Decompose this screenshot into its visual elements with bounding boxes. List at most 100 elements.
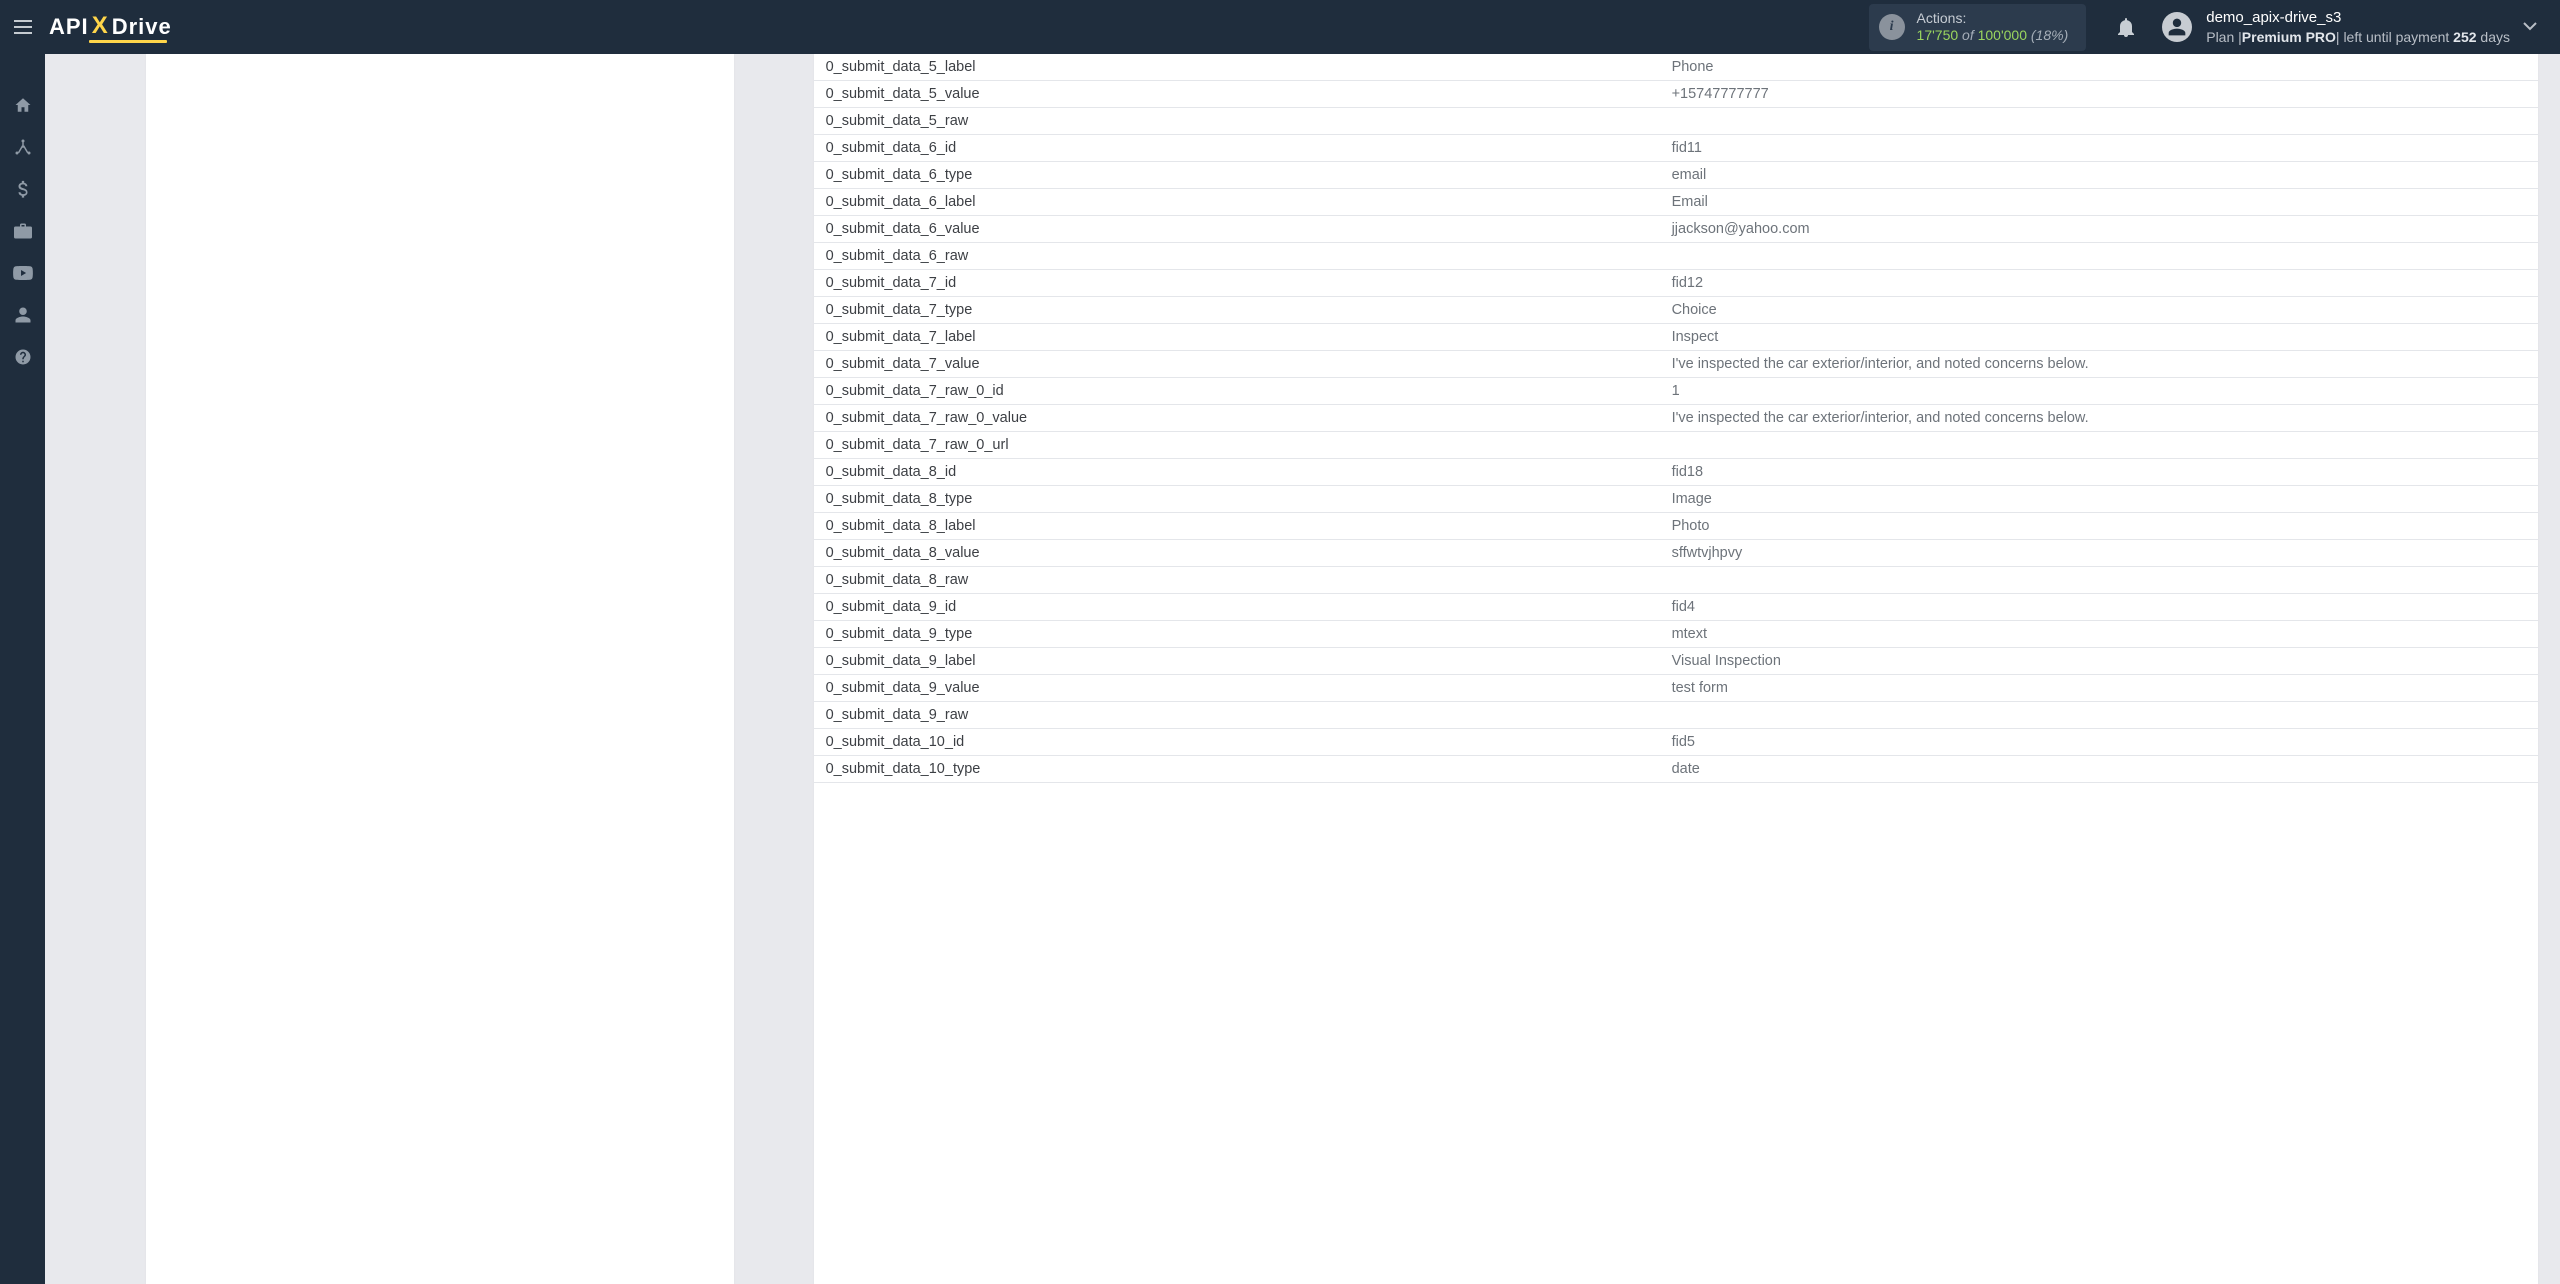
row-key: 0_submit_data_7_value	[814, 356, 1662, 372]
row-key: 0_submit_data_8_type	[814, 491, 1662, 507]
row-key: 0_submit_data_9_raw	[814, 707, 1662, 723]
row-value: Phone	[1662, 59, 2538, 75]
topbar: API X Drive i Actions: 17'750 of 100'000…	[0, 0, 2560, 54]
row-key: 0_submit_data_9_id	[814, 599, 1662, 615]
actions-total: 100'000	[1978, 27, 2027, 43]
sidebar-item-video[interactable]	[0, 252, 45, 294]
table-row: 0_submit_data_8_labelPhoto	[814, 513, 2538, 540]
table-row: 0_submit_data_9_valuetest form	[814, 675, 2538, 702]
table-row: 0_submit_data_9_idfid4	[814, 594, 2538, 621]
avatar-icon	[2162, 12, 2192, 42]
plan-mid: | left until payment	[2336, 29, 2453, 45]
table-row: 0_submit_data_10_typedate	[814, 756, 2538, 783]
table-row: 0_submit_data_10_idfid5	[814, 729, 2538, 756]
row-key: 0_submit_data_7_label	[814, 329, 1662, 345]
actions-count: 17'750	[1917, 27, 1959, 43]
row-value: Email	[1662, 194, 2538, 210]
actions-pct: (18%)	[2027, 27, 2068, 43]
plan-days-word: days	[2477, 29, 2510, 45]
table-row: 0_submit_data_7_valueI've inspected the …	[814, 351, 2538, 378]
row-key: 0_submit_data_8_value	[814, 545, 1662, 561]
table-row: 0_submit_data_7_raw_0_valueI've inspecte…	[814, 405, 2538, 432]
table-row: 0_submit_data_8_idfid18	[814, 459, 2538, 486]
data-table: 0_submit_data_5_labelPhone0_submit_data_…	[814, 54, 2538, 783]
info-icon: i	[1879, 14, 1905, 40]
table-row: 0_submit_data_6_idfid11	[814, 135, 2538, 162]
actions-texts: Actions: 17'750 of 100'000 (18%)	[1917, 10, 2069, 45]
row-value: test form	[1662, 680, 2538, 696]
row-key: 0_submit_data_9_value	[814, 680, 1662, 696]
row-key: 0_submit_data_6_value	[814, 221, 1662, 237]
table-row: 0_submit_data_9_typemtext	[814, 621, 2538, 648]
menu-toggle-button[interactable]	[0, 19, 45, 35]
row-value: Photo	[1662, 518, 2538, 534]
row-key: 0_submit_data_10_type	[814, 761, 1662, 777]
table-row: 0_submit_data_6_raw	[814, 243, 2538, 270]
row-key: 0_submit_data_7_raw_0_value	[814, 410, 1662, 426]
logo-text-x: X	[91, 12, 110, 40]
table-row: 0_submit_data_6_valuejjackson@yahoo.com	[814, 216, 2538, 243]
row-value: sffwtvjhpvy	[1662, 545, 2538, 561]
actions-line2: 17'750 of 100'000 (18%)	[1917, 27, 2069, 45]
row-value: fid11	[1662, 140, 2538, 156]
row-value: date	[1662, 761, 2538, 777]
table-row: 0_submit_data_5_raw	[814, 108, 2538, 135]
row-value: mtext	[1662, 626, 2538, 642]
table-row: 0_submit_data_7_typeChoice	[814, 297, 2538, 324]
row-value: Image	[1662, 491, 2538, 507]
table-row: 0_submit_data_8_typeImage	[814, 486, 2538, 513]
row-key: 0_submit_data_8_label	[814, 518, 1662, 534]
table-row: 0_submit_data_7_idfid12	[814, 270, 2538, 297]
plan-name: Premium PRO	[2242, 29, 2336, 45]
row-key: 0_submit_data_10_id	[814, 734, 1662, 750]
sidebar-item-profile[interactable]	[0, 294, 45, 336]
sidebar-item-briefcase[interactable]	[0, 210, 45, 252]
actions-usage-box[interactable]: i Actions: 17'750 of 100'000 (18%)	[1869, 4, 2087, 51]
table-row: 0_submit_data_8_valuesffwtvjhpvy	[814, 540, 2538, 567]
body: 0_submit_data_5_labelPhone0_submit_data_…	[0, 54, 2560, 1284]
table-row: 0_submit_data_7_raw_0_id1	[814, 378, 2538, 405]
sidebar-item-help[interactable]	[0, 336, 45, 378]
row-key: 0_submit_data_5_label	[814, 59, 1662, 75]
row-key: 0_submit_data_7_raw_0_url	[814, 437, 1662, 453]
row-key: 0_submit_data_9_label	[814, 653, 1662, 669]
row-value: fid12	[1662, 275, 2538, 291]
table-row: 0_submit_data_7_labelInspect	[814, 324, 2538, 351]
row-key: 0_submit_data_5_raw	[814, 113, 1662, 129]
user-texts: demo_apix-drive_s3 Plan |Premium PRO| le…	[2206, 8, 2510, 46]
table-row: 0_submit_data_5_labelPhone	[814, 54, 2538, 81]
row-value: email	[1662, 167, 2538, 183]
row-key: 0_submit_data_6_label	[814, 194, 1662, 210]
user-menu[interactable]: demo_apix-drive_s3 Plan |Premium PRO| le…	[2162, 8, 2560, 46]
actions-of: of	[1958, 27, 1977, 43]
table-row: 0_submit_data_6_typeemail	[814, 162, 2538, 189]
row-value: fid4	[1662, 599, 2538, 615]
sidebar-item-home[interactable]	[0, 84, 45, 126]
row-key: 0_submit_data_9_type	[814, 626, 1662, 642]
row-key: 0_submit_data_8_id	[814, 464, 1662, 480]
notifications-button[interactable]	[2108, 17, 2144, 37]
table-row: 0_submit_data_7_raw_0_url	[814, 432, 2538, 459]
user-name: demo_apix-drive_s3	[2206, 8, 2510, 28]
row-key: 0_submit_data_8_raw	[814, 572, 1662, 588]
row-value: Choice	[1662, 302, 2538, 318]
plan-days-num: 252	[2453, 29, 2476, 45]
sidebar-item-connections[interactable]	[0, 126, 45, 168]
plan-prefix: Plan |	[2206, 29, 2242, 45]
row-value: 1	[1662, 383, 2538, 399]
user-menu-chevron-icon[interactable]	[2522, 18, 2538, 34]
app-logo[interactable]: API X Drive	[45, 13, 172, 41]
row-value: Inspect	[1662, 329, 2538, 345]
row-key: 0_submit_data_6_type	[814, 167, 1662, 183]
row-value: fid18	[1662, 464, 2538, 480]
logo-text-api: API	[49, 14, 89, 40]
row-key: 0_submit_data_7_raw_0_id	[814, 383, 1662, 399]
row-value: fid5	[1662, 734, 2538, 750]
actions-label: Actions:	[1917, 10, 2069, 28]
main-content: 0_submit_data_5_labelPhone0_submit_data_…	[45, 54, 2560, 1284]
row-value: I've inspected the car exterior/interior…	[1662, 356, 2538, 372]
row-value: +15747777777	[1662, 86, 2538, 102]
row-value: jjackson@yahoo.com	[1662, 221, 2538, 237]
sidebar-item-billing[interactable]	[0, 168, 45, 210]
table-row: 0_submit_data_5_value+15747777777	[814, 81, 2538, 108]
